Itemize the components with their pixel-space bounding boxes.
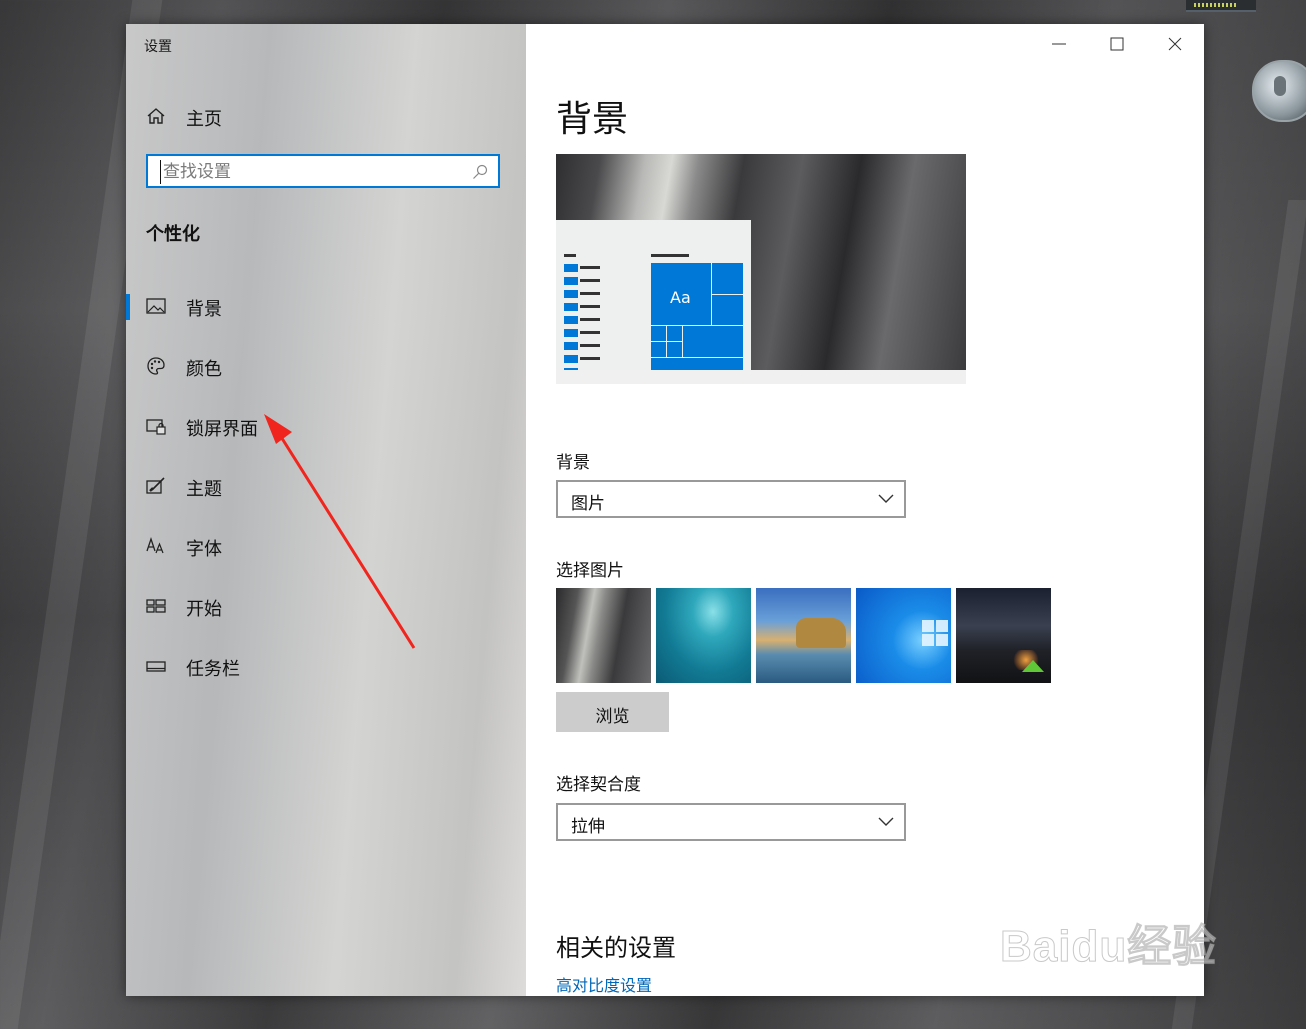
minimize-button[interactable] [1030, 24, 1088, 64]
sidebar-item-label: 背景 [186, 299, 222, 320]
background-dropdown[interactable]: 图片 [556, 480, 906, 518]
sidebar-item-background[interactable]: 背景 [126, 284, 526, 328]
picture-thumbnail[interactable] [756, 588, 851, 683]
preview-mini-window: Aa [556, 220, 751, 376]
fit-label: 选择契合度 [556, 775, 641, 795]
chevron-down-icon [878, 817, 894, 826]
home-icon [147, 108, 165, 124]
section-title: 个性化 [146, 224, 200, 245]
picture-thumbnail[interactable] [956, 588, 1051, 683]
sidebar-item-label: 任务栏 [186, 659, 240, 680]
fit-dropdown-value: 拉伸 [571, 817, 605, 837]
background-dropdown-value: 图片 [571, 494, 605, 514]
search-box[interactable] [146, 154, 500, 188]
search-icon[interactable] [472, 164, 488, 180]
main-content: 背景 Aa 背景 图片 选择图片 浏览 选择契合度 拉伸 相关的设置 高对比度设… [526, 24, 1204, 996]
settings-window: 设置 主页 个性化 背景 [126, 24, 1204, 996]
sidebar-item-label: 开始 [186, 599, 222, 620]
baidu-watermark: Baidu经验 jingyan.baidu.com [999, 888, 1240, 1008]
search-input[interactable] [160, 160, 465, 184]
picture-icon [146, 298, 166, 314]
browse-button[interactable]: 浏览 [556, 692, 669, 732]
picture-thumbnails [556, 588, 1056, 683]
sidebar-item-label: 颜色 [186, 359, 222, 380]
sidebar-item-taskbar[interactable]: 任务栏 [126, 644, 526, 688]
sidebar-item-colors[interactable]: 颜色 [126, 344, 526, 388]
desktop-meter-widget [1186, 0, 1256, 12]
close-button[interactable] [1146, 24, 1204, 64]
sidebar-item-label: 字体 [186, 539, 222, 560]
picture-thumbnail[interactable] [856, 588, 951, 683]
sidebar-item-label: 主页 [186, 109, 222, 130]
minimize-icon [1052, 43, 1066, 45]
font-icon [146, 536, 164, 554]
windows-logo-icon [922, 620, 948, 646]
maximize-button[interactable] [1088, 24, 1146, 64]
microphone-widget-icon[interactable] [1252, 60, 1306, 122]
maximize-icon [1110, 37, 1124, 51]
watermark-sub-text: jingyan.baidu.com [1004, 966, 1166, 988]
palette-icon [147, 357, 165, 375]
sidebar-item-label: 主题 [186, 479, 222, 500]
preview-tile-text: Aa [670, 288, 691, 307]
choose-picture-label: 选择图片 [556, 561, 624, 581]
theme-icon [146, 477, 165, 494]
high-contrast-link[interactable]: 高对比度设置 [556, 972, 652, 996]
background-label: 背景 [556, 453, 590, 473]
lock-screen-icon [146, 419, 166, 435]
start-icon [146, 599, 166, 613]
sidebar-item-fonts[interactable]: 字体 [126, 524, 526, 568]
app-title: 设置 [144, 39, 172, 55]
page-title: 背景 [556, 99, 629, 140]
picture-thumbnail[interactable] [556, 588, 651, 683]
browse-button-label: 浏览 [595, 707, 630, 726]
sidebar: 设置 主页 个性化 背景 [126, 24, 526, 996]
sidebar-item-themes[interactable]: 主题 [126, 464, 526, 508]
background-preview: Aa [556, 154, 966, 384]
taskbar-icon [146, 661, 166, 672]
sidebar-item-home[interactable]: 主页 [126, 94, 526, 138]
picture-thumbnail[interactable] [656, 588, 751, 683]
chevron-down-icon [878, 494, 894, 503]
close-icon [1168, 37, 1182, 51]
sidebar-item-lock-screen[interactable]: 锁屏界面 [126, 404, 526, 448]
fit-dropdown[interactable]: 拉伸 [556, 803, 906, 841]
watermark-main-text: Baidu经验 [999, 922, 1218, 972]
sidebar-item-start[interactable]: 开始 [126, 584, 526, 628]
sidebar-item-label: 锁屏界面 [186, 419, 258, 440]
related-settings-title: 相关的设置 [556, 934, 676, 962]
